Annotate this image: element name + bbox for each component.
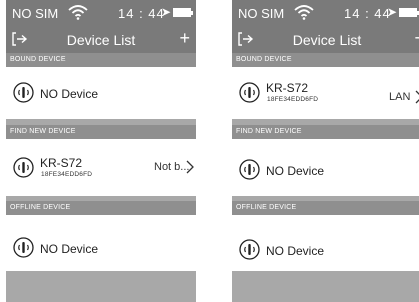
- speaker-device-icon: [13, 237, 34, 258]
- wifi-icon: [294, 5, 314, 20]
- status-bar: NO SIM 14 : 44 ➤: [232, 0, 419, 27]
- speaker-device-icon: [239, 159, 260, 180]
- carrier-label: NO SIM: [12, 6, 59, 21]
- speaker-device-icon: [239, 239, 260, 260]
- add-device-button[interactable]: +: [179, 28, 190, 48]
- battery-icon: [173, 8, 193, 17]
- section-header-bound: BOUND DEVICE: [232, 53, 419, 67]
- empty-device-label: NO Device: [40, 242, 99, 256]
- device-name: KR-S72: [266, 81, 309, 95]
- section-header-bound: BOUND DEVICE: [6, 53, 196, 67]
- carrier-label: NO SIM: [238, 6, 285, 21]
- location-arrow-icon: ➤: [161, 5, 172, 19]
- location-arrow-icon: ➤: [387, 5, 398, 19]
- section-header-offline: OFFLINE DEVICE: [6, 201, 196, 215]
- battery-icon: [399, 8, 419, 17]
- chevron-right-icon: [415, 90, 419, 104]
- empty-device-label: NO Device: [40, 87, 99, 101]
- speaker-device-icon: [13, 157, 34, 178]
- offline-device-row: NO Device: [232, 215, 419, 271]
- section-header-offline: OFFLINE DEVICE: [232, 201, 419, 215]
- page-title: Device List: [292, 32, 362, 48]
- empty-device-label: NO Device: [266, 164, 325, 178]
- offline-device-row: NO Device: [6, 215, 196, 271]
- clock-time: 14 : 44: [118, 6, 165, 21]
- device-name: KR-S72: [40, 156, 83, 170]
- clock-time: 14 : 44: [344, 6, 391, 21]
- speaker-device-icon: [239, 82, 260, 103]
- new-device-row[interactable]: KR-S72 18FE34EDD6FD Not b...: [6, 139, 196, 196]
- new-device-row: NO Device: [232, 139, 419, 196]
- section-header-find: FIND NEW DEVICE: [232, 125, 419, 139]
- bottom-band: [6, 271, 196, 302]
- bottom-band: [232, 271, 419, 302]
- nav-bar: Device List +: [232, 27, 419, 53]
- bound-device-row: NO Device: [6, 67, 196, 119]
- device-list-screen-right: NO SIM 14 : 44 ➤ Device List + BOUND DEV…: [232, 0, 419, 302]
- speaker-device-icon: [13, 82, 34, 103]
- page-title: Device List: [66, 32, 136, 48]
- bound-device-row[interactable]: KR-S72 18FE34EDD6FD LAN: [232, 67, 419, 119]
- section-header-find: FIND NEW DEVICE: [6, 125, 196, 139]
- add-device-button[interactable]: +: [414, 28, 419, 48]
- device-list-screen-left: NO SIM 14 : 44 ➤ Device List + BOUND DEV…: [6, 0, 196, 302]
- device-id: 18FE34EDD6FD: [41, 171, 93, 178]
- nav-bar: Device List +: [6, 27, 196, 53]
- wifi-icon: [68, 5, 88, 20]
- device-status: LAN: [389, 91, 411, 103]
- empty-device-label: NO Device: [266, 244, 325, 258]
- device-status: Not b...: [154, 161, 190, 173]
- status-bar: NO SIM 14 : 44 ➤: [6, 0, 196, 27]
- device-id: 18FE34EDD6FD: [267, 96, 319, 103]
- chevron-right-icon: [186, 160, 194, 174]
